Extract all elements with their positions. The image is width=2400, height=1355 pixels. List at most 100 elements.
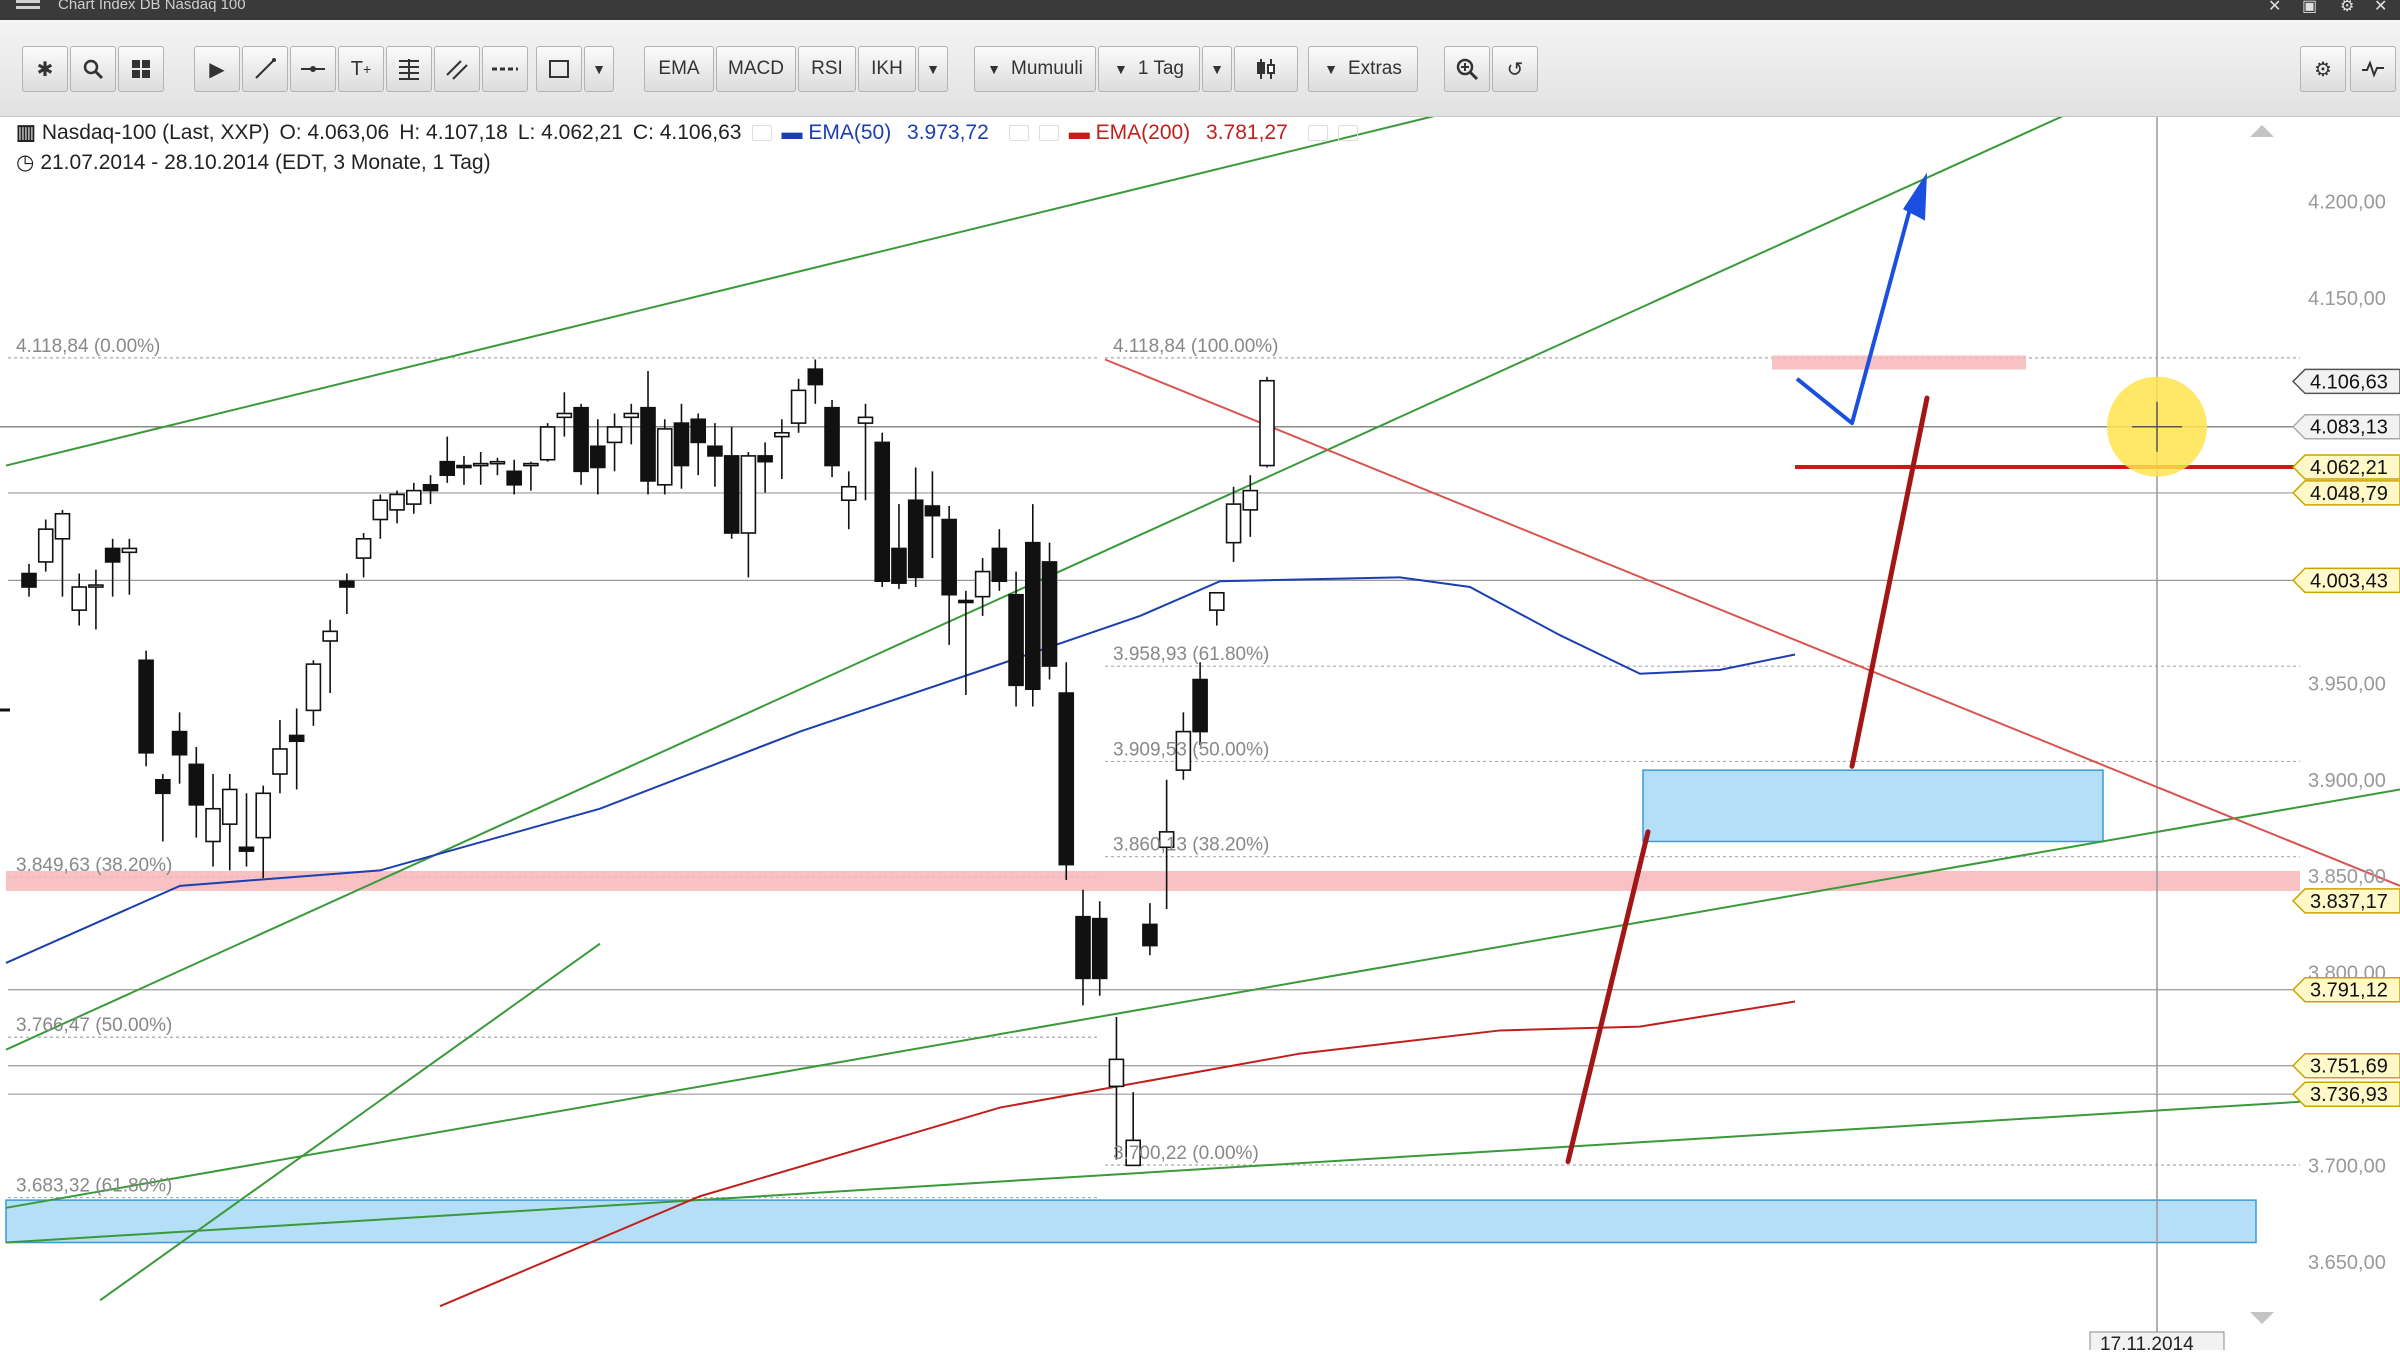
- undo-icon[interactable]: ↺: [1492, 46, 1538, 92]
- annotation-dark-red-line: [1849, 395, 1930, 769]
- candle: [1091, 901, 1108, 996]
- search-icon[interactable]: [70, 46, 116, 92]
- indicator-panel-icon[interactable]: [2350, 46, 2396, 92]
- channel-tool-icon[interactable]: [434, 46, 480, 92]
- candle-body-up: [656, 428, 673, 486]
- interval-select[interactable]: ▼ 1 Tag: [1098, 46, 1200, 92]
- candle-body-up: [372, 499, 389, 521]
- macd-indicator-button[interactable]: MACD: [716, 46, 796, 92]
- candle-body-down: [807, 368, 824, 386]
- candle: [489, 457, 506, 476]
- candle-body-down: [723, 455, 740, 534]
- candle: [907, 467, 924, 587]
- candle: [54, 509, 71, 597]
- fib-label: 3.683,32 (61.80%): [16, 1176, 172, 1197]
- grid-layout-icon[interactable]: [118, 46, 164, 92]
- candlestick-chart[interactable]: 4.118,84 (0.00%) 3.849,63 (38.20%) 3.766,4…: [0, 95, 2400, 1355]
- candle: [790, 378, 807, 433]
- undock-icon[interactable]: ✕: [2268, 0, 2281, 15]
- config-gear-icon[interactable]: ✱: [22, 46, 68, 92]
- ema200-remove-icon[interactable]: [1337, 125, 1358, 142]
- fib-label: 4.118,84 (100.00%): [1113, 336, 1279, 357]
- rectangle-tool-icon[interactable]: [536, 46, 582, 92]
- gap-zone-blue: [1642, 769, 2104, 843]
- ikh-indicator-button[interactable]: IKH: [858, 46, 916, 92]
- candle: [1225, 486, 1242, 562]
- candle-body-down: [690, 418, 707, 444]
- horizontal-line-tool-icon[interactable]: [290, 46, 336, 92]
- extras-menu-button[interactable]: ▼ Extras: [1308, 46, 1418, 92]
- annotation-blue-arrowhead: [1903, 172, 1927, 221]
- candle-body-up: [255, 792, 272, 839]
- candle-body-down: [1041, 561, 1058, 667]
- candle: [590, 419, 606, 495]
- fib-label: 3.849,63 (38.20%): [16, 855, 172, 876]
- candle: [974, 558, 991, 616]
- candle: [606, 413, 623, 472]
- candle-body-down: [907, 499, 924, 579]
- candle-type-small-icon: ▥: [16, 121, 36, 144]
- candle-body-up: [790, 389, 807, 424]
- candle: [339, 573, 355, 614]
- candle: [1058, 662, 1075, 881]
- ema50-settings-icon[interactable]: [1008, 125, 1029, 142]
- chart-area[interactable]: 4.118,84 (0.00%) 3.849,63 (38.20%) 3.766,4…: [0, 95, 2400, 1355]
- ema200-settings-icon[interactable]: [1307, 125, 1328, 142]
- date-label-text: 17.11.2014: [2100, 1334, 2194, 1350]
- candle-body-up: [1225, 503, 1242, 544]
- fib-label: 3.766,47 (50.00%): [16, 1015, 172, 1036]
- candle: [288, 708, 305, 790]
- candle: [1075, 889, 1091, 1006]
- candle-body-up: [54, 512, 71, 540]
- popout-icon[interactable]: ▣: [2302, 0, 2317, 15]
- candle: [774, 419, 790, 480]
- zoom-in-icon[interactable]: [1444, 46, 1490, 92]
- candle: [422, 475, 439, 505]
- candle: [690, 413, 707, 476]
- candle-body-down: [1008, 593, 1024, 687]
- hamburger-menu-icon[interactable]: [16, 0, 40, 14]
- candle: [840, 471, 857, 530]
- candle-body-down: [590, 445, 606, 469]
- candle-body-up: [489, 460, 506, 465]
- price-tag: 4.048,79: [2291, 480, 2400, 506]
- candle-body-down: [874, 441, 891, 583]
- price-tag-label: 3.751,69: [2310, 1056, 2388, 1078]
- candle: [138, 650, 154, 767]
- close-window-icon[interactable]: ✕: [2374, 0, 2387, 15]
- candle-body-up: [857, 416, 874, 424]
- chart-settings-icon[interactable]: ⚙: [2300, 46, 2346, 92]
- trendline-tool-icon[interactable]: [242, 46, 288, 92]
- ema200-legend: ▬ EMA(200) 3.781,27: [1068, 121, 1288, 144]
- title-bar: Chart Index DB Nasdaq 100 ✕ ▣ ⚙ ✕: [0, 0, 2400, 20]
- candle-body-up: [1108, 1058, 1125, 1088]
- price-tag: 3.791,12: [2291, 976, 2400, 1003]
- chart-style-select[interactable]: ▼ Mumuuli: [974, 46, 1096, 92]
- fib-label: 3.860,13 (38.20%): [1113, 835, 1269, 856]
- fibonacci-tool-icon[interactable]: [386, 46, 432, 92]
- candle-type-icon[interactable]: [1234, 46, 1298, 92]
- candle-body-down: [155, 778, 171, 795]
- close-value: C: 4.106,63: [632, 121, 742, 144]
- candle-body-down: [1075, 915, 1091, 980]
- candle-body-up: [37, 528, 54, 563]
- ema50-remove-icon[interactable]: [1038, 125, 1059, 142]
- candle: [171, 712, 188, 784]
- ema-indicator-button[interactable]: EMA: [644, 46, 714, 92]
- candle: [1142, 903, 1158, 956]
- pointer-tool-icon[interactable]: ▶: [194, 46, 240, 92]
- settings-icon[interactable]: ⚙: [2340, 0, 2354, 15]
- price-tag-label: 3.791,12: [2310, 980, 2388, 1002]
- text-tool-icon[interactable]: T +: [338, 46, 384, 92]
- interval-dropdown-chevron-icon[interactable]: ▼: [1202, 46, 1232, 92]
- candle: [456, 455, 472, 485]
- settings-mini-icon[interactable]: [751, 125, 772, 142]
- candle-body-down: [1091, 917, 1108, 980]
- shapes-dropdown-chevron-icon[interactable]: ▼: [584, 46, 614, 92]
- rsi-indicator-button[interactable]: RSI: [798, 46, 856, 92]
- dotted-line-tool-icon[interactable]: [482, 46, 528, 92]
- candle: [221, 774, 238, 871]
- indicators-dropdown-chevron-icon[interactable]: ▼: [918, 46, 948, 92]
- price-tag: 3.837,17: [2291, 888, 2400, 914]
- candle: [1259, 376, 1275, 468]
